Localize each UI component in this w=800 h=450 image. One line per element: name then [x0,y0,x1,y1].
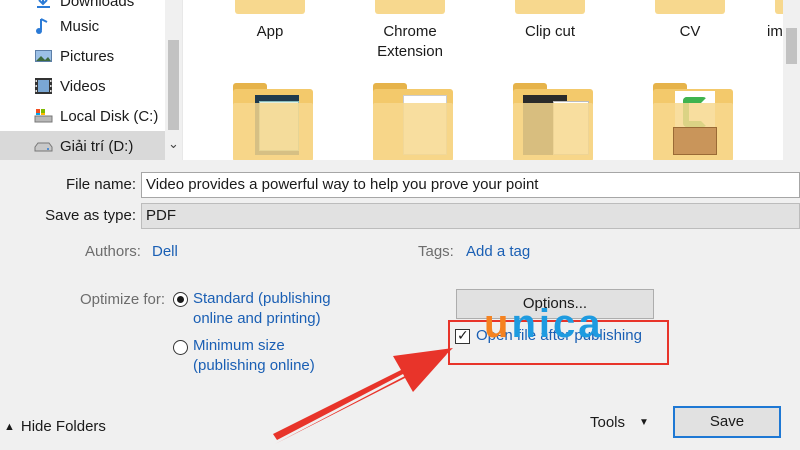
unica-watermark: unica [484,302,604,346]
nav-item-videos[interactable]: Videos [0,71,165,101]
tools-dropdown[interactable]: Tools ▼ [590,414,649,431]
disk-icon [34,109,53,123]
nav-scrollbar[interactable]: ⌄ [165,0,182,160]
red-arrow-icon [273,348,453,444]
files-pane[interactable]: App Chrome Extension Clip cut CV im [182,0,800,160]
chevron-down-icon[interactable]: ⌄ [165,136,182,152]
hide-folders-button[interactable]: ▲ Hide Folders [4,418,106,435]
radio-standard-label[interactable]: Standard (publishing online and printing… [193,289,331,329]
save-type-label: Save as type: [45,207,136,224]
tags-label: Tags: [418,243,454,260]
music-icon [36,18,48,34]
files-scrollbar[interactable] [783,0,800,160]
files-scroll-thumb[interactable] [786,28,797,64]
save-type-select[interactable]: PDF [141,203,800,229]
pictures-icon [35,50,52,62]
authors-link[interactable]: Dell [152,243,178,260]
download-icon [37,0,50,8]
file-label-clip-cut[interactable]: Clip cut [495,22,605,42]
optimize-label: Optimize for: [80,291,166,308]
file-name-label: File name: [65,176,136,193]
folder-document-icon[interactable] [373,83,453,160]
nav-scroll-thumb[interactable] [168,40,179,130]
drive-icon [34,142,53,152]
nav-item-local-disk[interactable]: Local Disk (C:) [0,101,165,131]
videos-icon [35,78,52,94]
file-label-cv[interactable]: CV [635,22,745,42]
save-button[interactable]: Save [673,406,781,438]
radio-standard[interactable] [173,292,188,307]
folder-spreadsheet-icon[interactable] [233,83,313,160]
file-name-input[interactable]: Video provides a powerful way to help yo… [141,172,800,198]
folder-code-icon[interactable] [513,83,593,160]
folder-clip-cut-icon[interactable] [515,0,585,14]
folder-app-icon[interactable] [235,0,305,14]
folder-camtasia-icon[interactable] [653,83,733,160]
tags-link[interactable]: Add a tag [466,243,530,260]
file-label-chrome-extension[interactable]: Chrome Extension [355,22,465,62]
chevron-down-icon: ▼ [639,417,649,428]
navigation-pane[interactable]: Downloads Music Pictures Videos Local Di… [0,0,182,160]
folder-cv-icon[interactable] [655,0,725,14]
file-label-app[interactable]: App [215,22,325,42]
nav-item-pictures[interactable]: Pictures [0,41,165,71]
nav-item-giai-tri[interactable]: Giải trí (D:) [0,131,165,160]
radio-minimum[interactable] [173,340,188,355]
folder-chrome-extension-icon[interactable] [375,0,445,14]
authors-label: Authors: [85,243,141,260]
nav-item-music[interactable]: Music [0,11,165,41]
chevron-up-icon: ▲ [4,420,15,433]
